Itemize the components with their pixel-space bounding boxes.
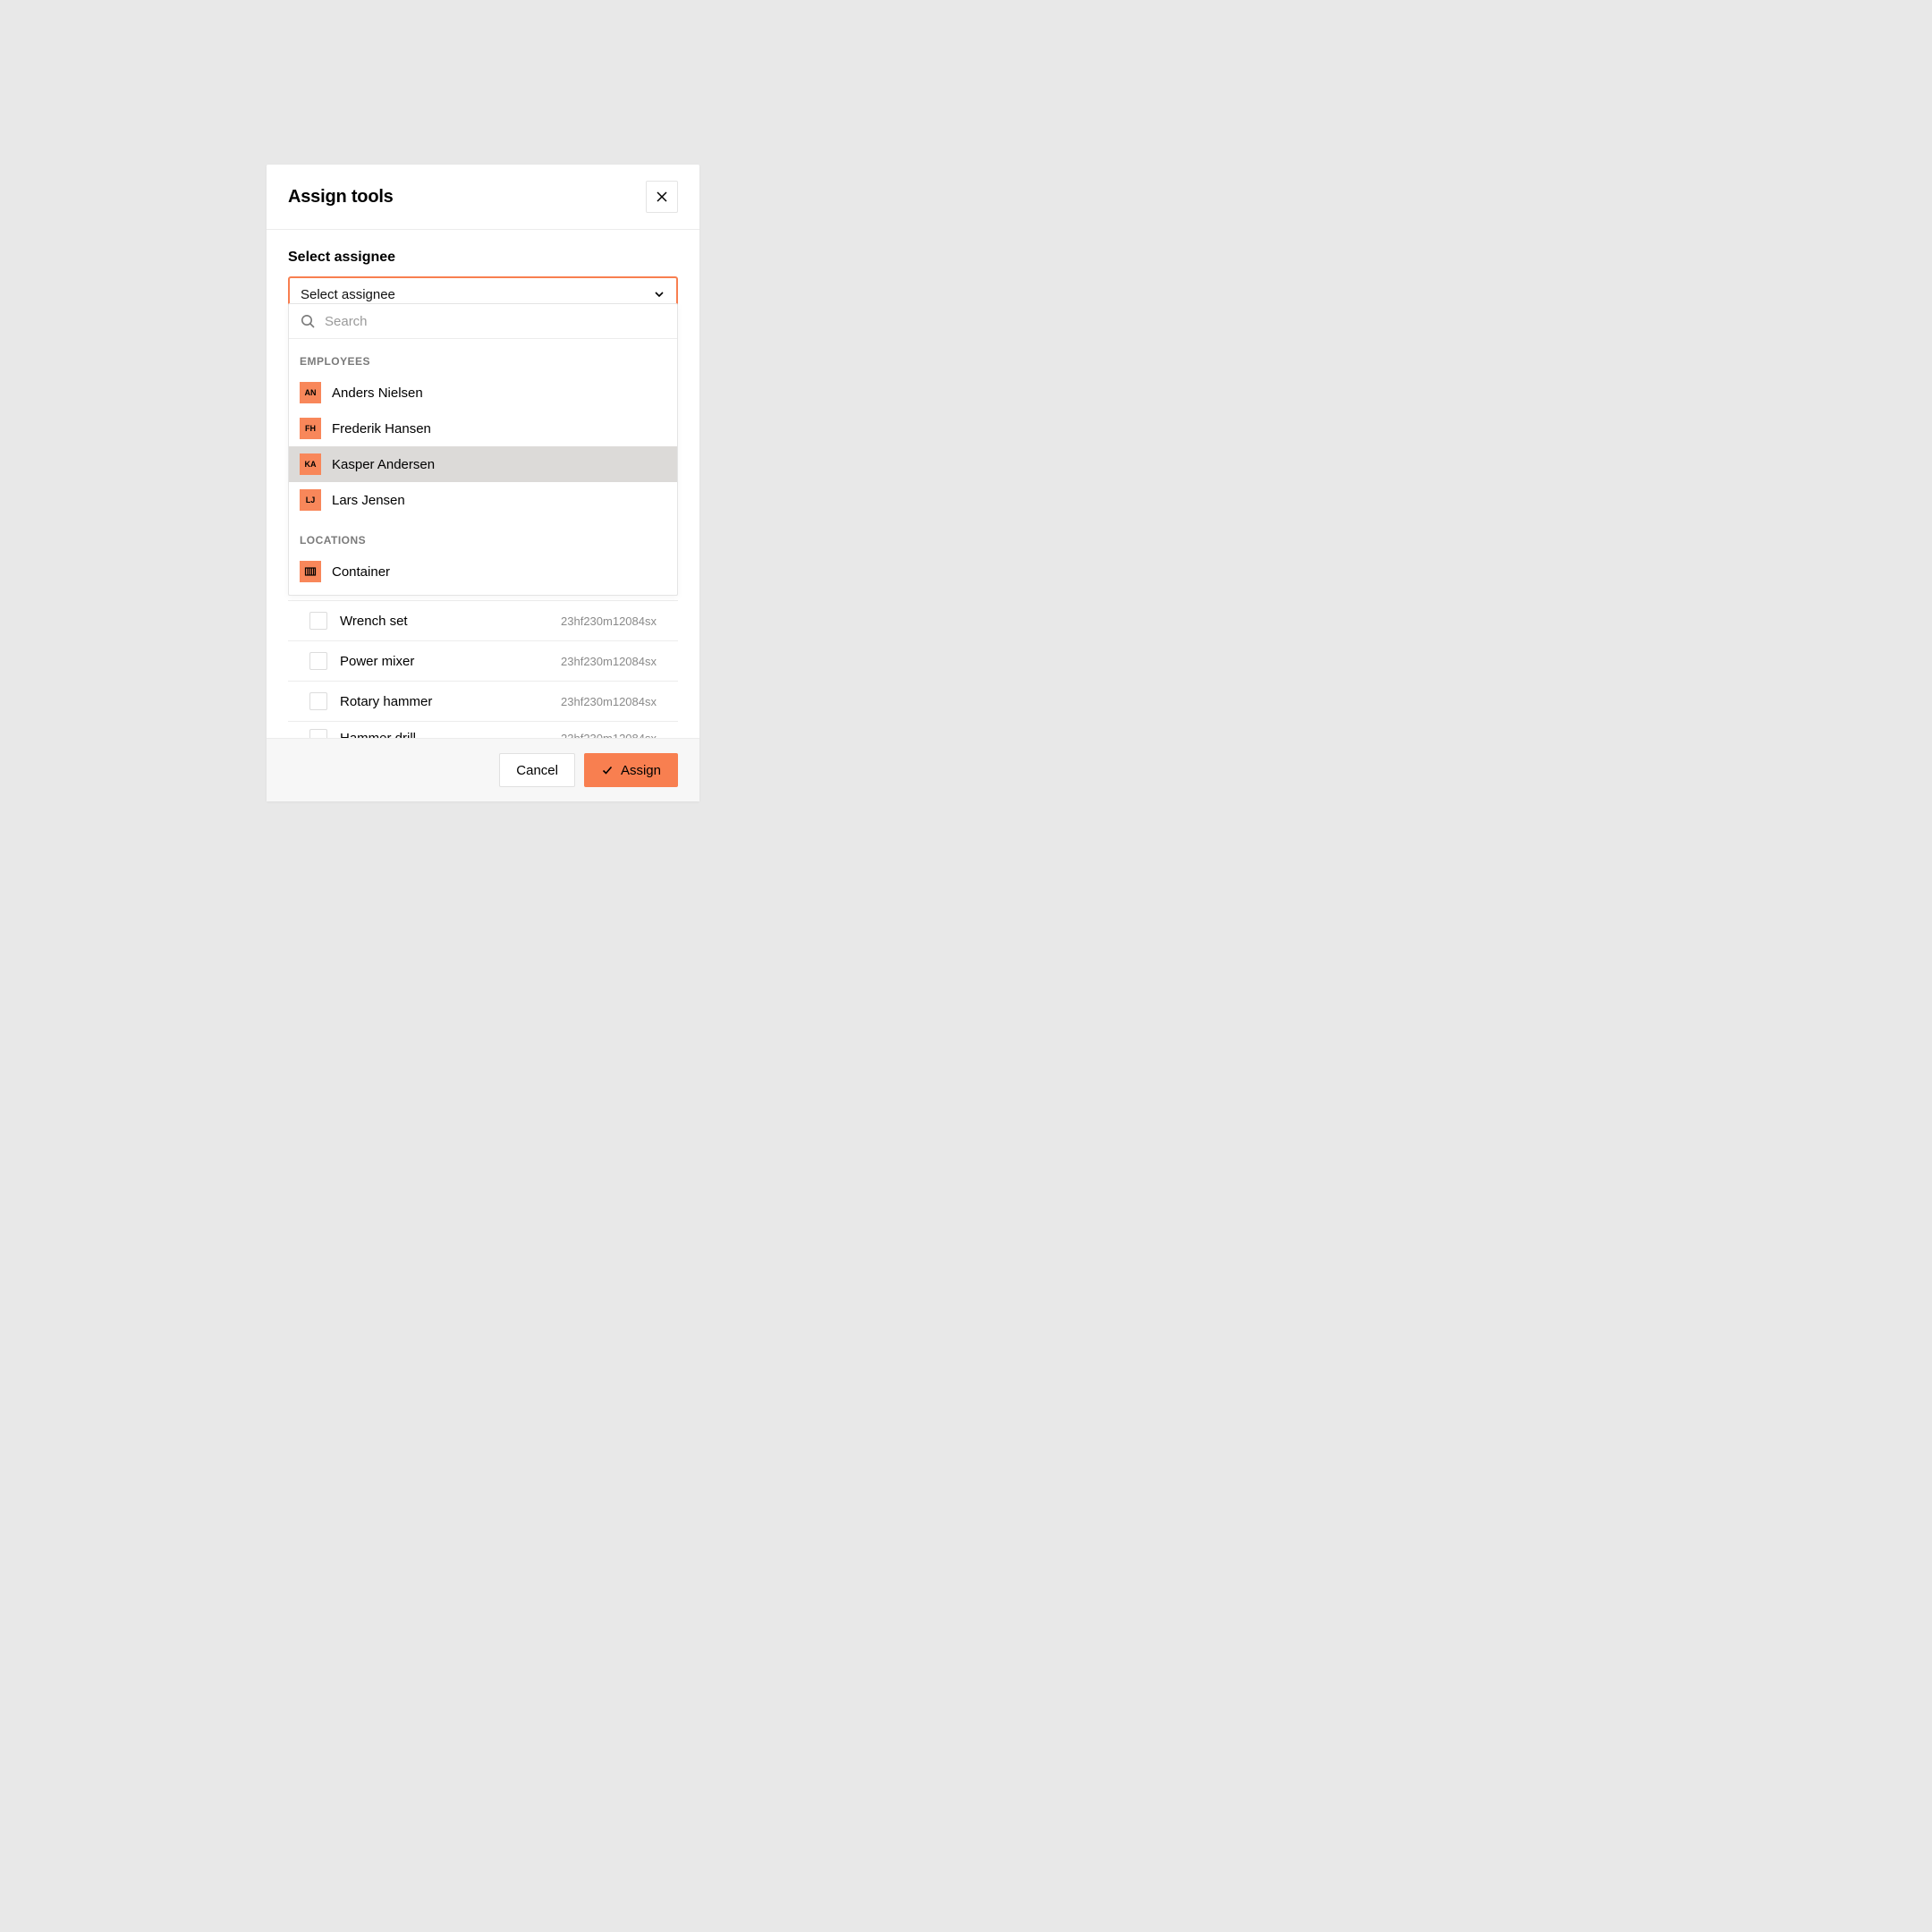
check-icon — [601, 764, 614, 776]
tool-row[interactable]: Rotary hammer 23hf230m12084sx — [288, 682, 678, 722]
modal-title: Assign tools — [288, 187, 394, 208]
tools-list: Wrench set 23hf230m12084sx Power mixer 2… — [288, 600, 678, 738]
tool-id: 23hf230m12084sx — [561, 655, 657, 668]
tool-row[interactable]: Hammer drill 23hf230m12084sx — [288, 722, 678, 738]
avatar: LJ — [300, 489, 321, 511]
tool-checkbox[interactable] — [309, 612, 327, 630]
location-option[interactable]: Container — [289, 554, 677, 589]
tool-row[interactable]: Wrench set 23hf230m12084sx — [288, 601, 678, 641]
select-assignee-label: Select assignee — [288, 250, 678, 266]
tool-row[interactable]: Power mixer 23hf230m12084sx — [288, 641, 678, 682]
modal-footer: Cancel Assign — [267, 738, 699, 801]
chevron-down-icon — [653, 288, 665, 301]
employee-name: Kasper Andersen — [332, 457, 435, 472]
assign-button-label: Assign — [621, 763, 661, 778]
avatar: FH — [300, 418, 321, 439]
group-label-locations: LOCATIONS — [289, 518, 677, 554]
location-name: Container — [332, 564, 390, 580]
assign-button[interactable]: Assign — [584, 753, 678, 787]
tool-checkbox[interactable] — [309, 652, 327, 670]
select-assignee-value: Select assignee — [301, 287, 395, 302]
tool-id: 23hf230m12084sx — [561, 695, 657, 708]
tool-id: 23hf230m12084sx — [561, 732, 657, 739]
employee-option[interactable]: KA Kasper Andersen — [289, 446, 677, 482]
assign-tools-modal: Assign tools Select assignee Select assi… — [267, 165, 699, 801]
modal-body: Select assignee Select assignee EMPLOYEE… — [267, 230, 699, 738]
avatar: KA — [300, 453, 321, 475]
close-button[interactable] — [646, 181, 678, 213]
employee-name: Lars Jensen — [332, 493, 405, 508]
tool-name: Hammer drill — [340, 731, 561, 739]
container-icon — [300, 561, 321, 582]
dropdown-search-row — [289, 304, 677, 339]
tool-checkbox[interactable] — [309, 729, 327, 738]
avatar: AN — [300, 382, 321, 403]
tool-id: 23hf230m12084sx — [561, 614, 657, 628]
employee-name: Frederik Hansen — [332, 421, 431, 436]
close-icon — [656, 191, 668, 203]
tool-name: Power mixer — [340, 654, 561, 669]
cancel-button-label: Cancel — [516, 763, 558, 778]
tool-name: Wrench set — [340, 614, 561, 629]
tool-checkbox[interactable] — [309, 692, 327, 710]
cancel-button[interactable]: Cancel — [499, 753, 575, 787]
employee-option[interactable]: AN Anders Nielsen — [289, 375, 677, 411]
employee-name: Anders Nielsen — [332, 386, 423, 401]
group-label-employees: EMPLOYEES — [289, 339, 677, 375]
employee-option[interactable]: LJ Lars Jensen — [289, 482, 677, 518]
search-icon — [300, 313, 316, 329]
dropdown-search-input[interactable] — [325, 314, 666, 329]
assignee-dropdown: EMPLOYEES AN Anders Nielsen FH Frederik … — [288, 303, 678, 596]
modal-header: Assign tools — [267, 165, 699, 230]
employee-option[interactable]: FH Frederik Hansen — [289, 411, 677, 446]
tool-name: Rotary hammer — [340, 694, 561, 709]
